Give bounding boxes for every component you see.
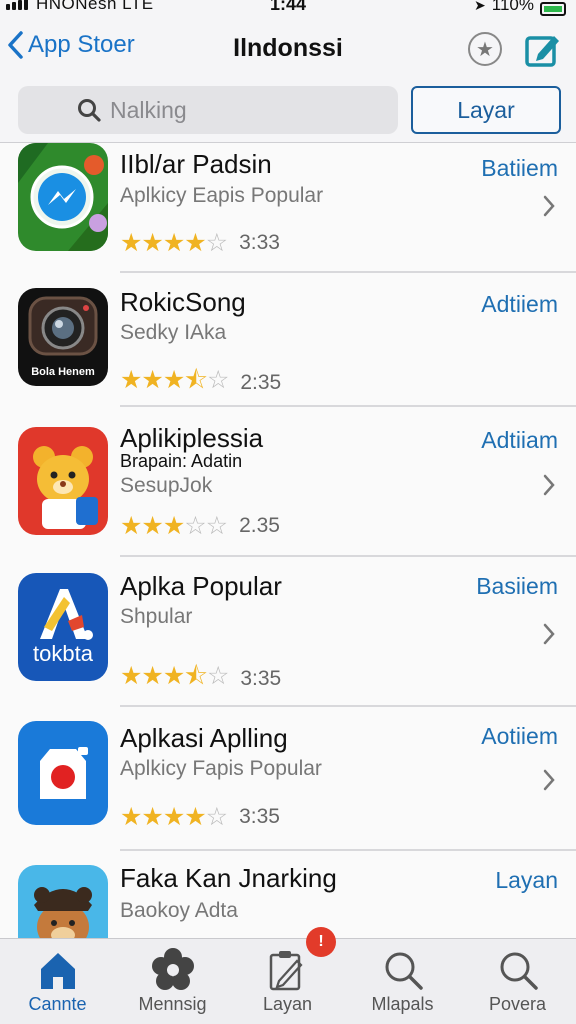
app-subtitle: Aplkicy Fapis Popular bbox=[120, 757, 322, 780]
tab-mennsig[interactable]: Mennsig bbox=[115, 939, 230, 1024]
tokbta-logo-icon: tokbta bbox=[18, 573, 108, 681]
camera-icon: Bola Henem bbox=[18, 288, 108, 386]
tab-bar: Cannte Mennsig ! Layan Mlapals Povera bbox=[0, 927, 576, 1024]
list-item[interactable]: Faka Kan Jnarking Baokoy Adta Layan bbox=[0, 851, 576, 938]
location-icon: ➤ bbox=[474, 0, 486, 13]
get-button[interactable]: Layan bbox=[495, 867, 558, 894]
rating-text: 3:35 bbox=[240, 666, 282, 690]
app-icon-label: Bola Henem bbox=[31, 366, 95, 378]
tab-label: Mennsig bbox=[138, 994, 207, 1014]
list-item[interactable]: tokbta Aplka Popular Shpular ★★★⯪☆ 3:35 … bbox=[0, 561, 576, 707]
rating-stars: ★★★⯪☆ bbox=[120, 366, 229, 394]
layar-button[interactable]: Layar bbox=[411, 86, 561, 134]
get-button[interactable]: Adtiiam bbox=[481, 427, 558, 454]
rating-text: 3:35 bbox=[239, 805, 280, 828]
app-subtitle: SesupJok bbox=[120, 474, 213, 497]
messenger-leaf-icon bbox=[18, 143, 108, 251]
tab-label: Cannte bbox=[28, 994, 87, 1014]
tab-label: Mlapals bbox=[371, 994, 434, 1014]
list-item[interactable]: Aplikiplessia Brapain: Adatin SesupJok ★… bbox=[0, 413, 576, 561]
app-extra: Brapain: Adatin bbox=[120, 451, 243, 471]
rating-stars: ★★★☆☆ bbox=[120, 512, 228, 540]
app-icon-label: tokbta bbox=[33, 641, 93, 666]
rating-text: 2:35 bbox=[240, 370, 282, 394]
app-name: Faka Kan Jnarking bbox=[120, 863, 337, 893]
camera-dot-icon bbox=[18, 721, 108, 825]
row-divider bbox=[120, 271, 576, 273]
search-icon bbox=[78, 99, 101, 122]
status-right: ➤ 110% bbox=[474, 0, 566, 16]
rating-stars: ★★★⯪☆ bbox=[120, 662, 229, 690]
notification-badge: ! bbox=[306, 927, 336, 957]
compose-button[interactable] bbox=[524, 30, 562, 68]
list-item[interactable]: IIbl/ar Padsin Aplkicy Eapis Popular ★★★… bbox=[0, 143, 576, 273]
app-subtitle: Sedky IAka bbox=[120, 321, 227, 344]
rating-text: 2.35 bbox=[239, 514, 280, 537]
app-name: IIbl/ar Padsin bbox=[120, 149, 272, 179]
home-icon bbox=[40, 953, 75, 989]
list-item[interactable]: Bola Henem RokicSong Sedky IAka ★★★⯪☆ 2:… bbox=[0, 279, 576, 407]
row-divider bbox=[120, 405, 576, 407]
get-button[interactable]: Aotiiem bbox=[481, 723, 558, 750]
app-subtitle: Shpular bbox=[120, 605, 193, 628]
app-rating: ★★★★☆ 3:35 bbox=[120, 802, 280, 832]
app-rating: ★★★☆☆ 2.35 bbox=[120, 511, 280, 541]
get-button[interactable]: Basiiem bbox=[476, 573, 558, 600]
rating-stars: ★★★★☆ bbox=[120, 803, 228, 831]
edit-icon bbox=[269, 951, 303, 991]
tab-cannte[interactable]: Cannte bbox=[0, 939, 115, 1024]
app-rating: ★★★⯪☆ 3:35 bbox=[120, 657, 281, 700]
app-name: Aplkasi Aplling bbox=[120, 723, 288, 753]
chevron-right-icon bbox=[543, 474, 555, 496]
app-subtitle: Baokoy Adta bbox=[120, 899, 238, 922]
tab-povera[interactable]: Povera bbox=[460, 939, 575, 1024]
battery-percent: 110% bbox=[491, 0, 534, 14]
chevron-right-icon bbox=[543, 195, 555, 217]
search-row: Nalking Layar bbox=[0, 84, 576, 140]
app-name: Aplikiplessia bbox=[120, 423, 264, 453]
favorite-button[interactable]: ★ bbox=[468, 32, 502, 66]
chevron-right-icon bbox=[543, 769, 555, 791]
app-name: RokicSong bbox=[120, 287, 246, 317]
star-icon: ★ bbox=[476, 38, 494, 61]
app-subtitle: Aplkicy Eapis Popular bbox=[120, 184, 324, 207]
tab-label: Layan bbox=[262, 994, 313, 1014]
app-list: IIbl/ar Padsin Aplkicy Eapis Popular ★★★… bbox=[0, 143, 576, 938]
battery-icon bbox=[540, 2, 566, 16]
rating-stars: ★★★★☆ bbox=[120, 229, 228, 257]
tab-layan[interactable]: ! Layan bbox=[230, 927, 345, 1024]
nav-bar: App Stoer Ilndonssi ★ bbox=[0, 22, 576, 78]
bear-cap-icon bbox=[18, 865, 108, 938]
flower-icon bbox=[151, 948, 194, 990]
app-rating: ★★★⯪☆ 2:35 bbox=[120, 361, 281, 404]
tab-mlapals[interactable]: Mlapals bbox=[345, 939, 460, 1024]
bear-icon bbox=[18, 427, 108, 535]
get-button[interactable]: Adtiiem bbox=[481, 291, 558, 318]
tab-label: Povera bbox=[488, 994, 547, 1014]
search-placeholder: Nalking bbox=[110, 96, 187, 123]
row-divider bbox=[120, 555, 576, 557]
search-icon bbox=[385, 952, 423, 990]
search-icon bbox=[500, 952, 538, 990]
app-rating: ★★★★☆ 3:33 bbox=[120, 228, 280, 258]
status-bar: HNONesn LTE 1:44 ➤ 110% bbox=[0, 0, 576, 22]
app-name: Aplka Popular bbox=[120, 571, 282, 601]
rating-text: 3:33 bbox=[239, 231, 280, 254]
search-input[interactable]: Nalking bbox=[18, 86, 398, 134]
list-item[interactable]: Aplkasi Aplling Aplkicy Fapis Popular ★★… bbox=[0, 707, 576, 851]
chevron-right-icon bbox=[543, 623, 555, 645]
get-button[interactable]: Batiiem bbox=[481, 155, 558, 182]
